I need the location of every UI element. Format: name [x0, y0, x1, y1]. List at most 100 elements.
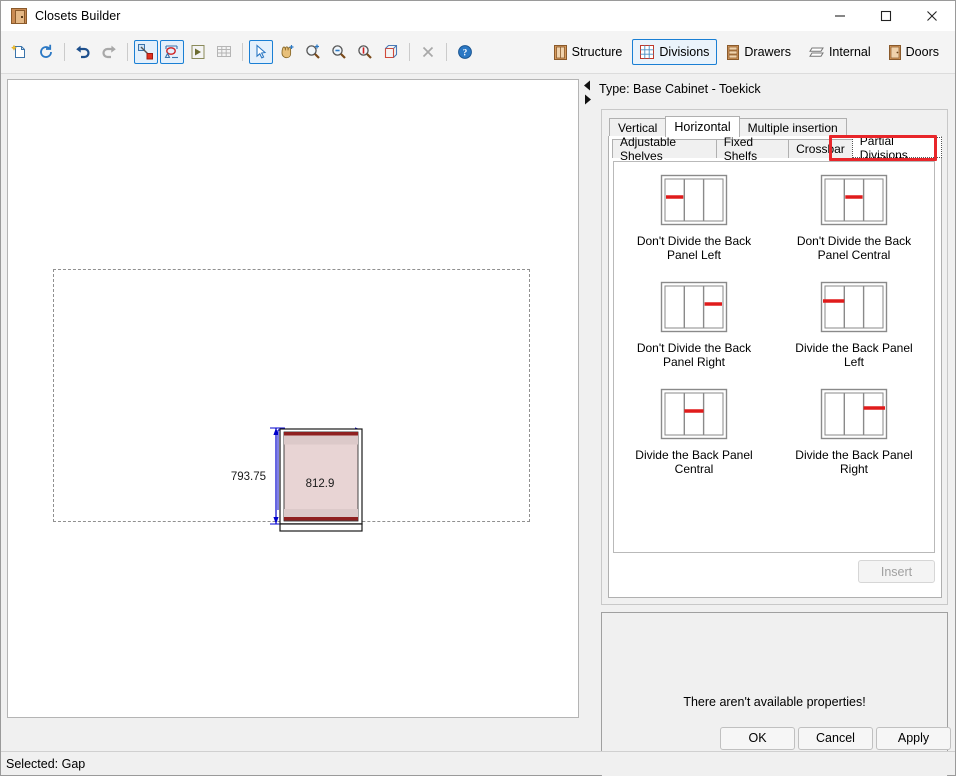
option-divide-back-panel-right[interactable]: Divide the Back Panel Right — [774, 379, 934, 486]
ribbon-tab-divisions[interactable]: Divisions — [632, 39, 717, 65]
app-icon — [11, 8, 27, 24]
option-label: Divide the Back Panel Right — [787, 449, 922, 476]
tab-horizontal[interactable]: Horizontal — [665, 116, 739, 137]
triangle-right-icon[interactable] — [583, 94, 592, 108]
title-bar: Closets Builder — [1, 1, 955, 31]
tab-label: Crossbar — [796, 142, 845, 156]
cancel-button[interactable]: Cancel — [798, 727, 873, 750]
tab-container: Vertical Horizontal Multiple insertion A… — [608, 116, 942, 600]
tab-label: Multiple insertion — [748, 121, 838, 135]
ribbon-tabs: Structure Divisions — [544, 39, 955, 65]
secondary-tab-row: Adjustable Shelves Fixed Shelfs Crossbar… — [609, 136, 941, 158]
pointer-select-icon[interactable] — [249, 40, 273, 64]
right-panel: Type: Base Cabinet - Toekick Vertical Ho… — [593, 75, 951, 718]
ribbon-tab-label: Structure — [572, 45, 623, 59]
door-icon — [889, 45, 901, 60]
ribbon-tab-doors[interactable]: Doors — [881, 39, 947, 65]
tab-partial-divisions[interactable]: Partial Divisions — [852, 137, 942, 158]
cabinet-icon — [554, 45, 567, 60]
select-element-icon[interactable] — [134, 40, 158, 64]
option-label: Don't Divide the Back Panel Left — [627, 235, 762, 262]
application-window: Closets Builder — [0, 0, 956, 776]
option-divide-back-panel-left[interactable]: Divide the Back Panel Left — [774, 272, 934, 379]
tab-fixed-shelfs[interactable]: Fixed Shelfs — [716, 139, 789, 158]
pan-hand-icon[interactable] — [275, 40, 299, 64]
svg-text:?: ? — [463, 48, 468, 58]
division-thumbnail — [819, 280, 889, 334]
drawers-icon — [727, 45, 739, 60]
close-icon[interactable] — [909, 1, 955, 31]
option-divide-back-panel-central[interactable]: Divide the Back Panel Central — [614, 379, 774, 486]
option-dont-divide-back-panel-left[interactable]: Don't Divide the Back Panel Left — [614, 165, 774, 272]
edit-shape-icon[interactable] — [160, 40, 184, 64]
ribbon-tab-label: Doors — [906, 45, 939, 59]
cabinet-drawing: 812.9 793.75 — [8, 80, 579, 718]
triangle-left-icon[interactable] — [583, 80, 592, 94]
apply-button[interactable]: Apply — [876, 727, 951, 750]
help-icon[interactable]: ? — [453, 40, 477, 64]
insert-button[interactable]: Insert — [858, 560, 935, 583]
tab-crossbar[interactable]: Crossbar — [788, 139, 853, 158]
option-label: Divide the Back Panel Left — [787, 342, 922, 369]
toolbar-separator — [127, 43, 128, 61]
zoom-extents-icon[interactable] — [379, 40, 403, 64]
minimize-icon[interactable] — [817, 1, 863, 31]
divisions-group-box: Vertical Horizontal Multiple insertion A… — [601, 109, 948, 605]
option-dont-divide-back-panel-central[interactable]: Don't Divide the Back Panel Central — [774, 165, 934, 272]
undo-icon[interactable] — [71, 40, 95, 64]
division-thumbnail — [659, 387, 729, 441]
zoom-window-icon[interactable] — [353, 40, 377, 64]
tab-label: Vertical — [618, 121, 657, 135]
zoom-in-icon[interactable] — [301, 40, 325, 64]
tab-label: Partial Divisions — [860, 134, 934, 162]
delete-icon[interactable] — [416, 40, 440, 64]
ok-button[interactable]: OK — [720, 727, 795, 750]
play-render-icon[interactable] — [186, 40, 210, 64]
redo-icon[interactable] — [97, 40, 121, 64]
new-document-icon[interactable] — [8, 40, 32, 64]
tab-adjustable-shelves[interactable]: Adjustable Shelves — [612, 139, 717, 158]
window-title: Closets Builder — [35, 9, 121, 23]
division-options-panel: Don't Divide the Back Panel Left — [613, 161, 935, 553]
ribbon-tab-label: Divisions — [659, 45, 709, 59]
grid-table-icon[interactable] — [212, 40, 236, 64]
type-label: Type: Base Cabinet - Toekick — [599, 82, 761, 96]
ribbon-tab-drawers[interactable]: Drawers — [719, 39, 799, 65]
height-dimension-label: 793.75 — [231, 471, 266, 483]
shelf-icon — [809, 46, 824, 59]
division-thumbnail — [819, 387, 889, 441]
toolbar-separator — [242, 43, 243, 61]
width-dimension-label: 812.9 — [306, 478, 335, 490]
primary-tab-content: Adjustable Shelves Fixed Shelfs Crossbar… — [608, 136, 942, 598]
toolbar-separator — [409, 43, 410, 61]
insert-row: Insert — [613, 560, 935, 583]
option-dont-divide-back-panel-right[interactable]: Don't Divide the Back Panel Right — [614, 272, 774, 379]
ribbon-tab-label: Drawers — [744, 45, 791, 59]
toolbar-left-group: ? — [1, 40, 478, 64]
main-toolbar: ? Structure — [1, 31, 955, 74]
maximize-icon[interactable] — [863, 1, 909, 31]
zoom-out-icon[interactable] — [327, 40, 351, 64]
toolbar-separator — [446, 43, 447, 61]
ribbon-tab-structure[interactable]: Structure — [546, 39, 631, 65]
tab-label: Horizontal — [674, 120, 730, 134]
division-thumbnail — [819, 173, 889, 227]
tab-label: Fixed Shelfs — [724, 135, 781, 163]
option-label: Don't Divide the Back Panel Central — [787, 235, 922, 262]
status-bar: Selected: Gap — [1, 751, 955, 775]
option-label: Don't Divide the Back Panel Right — [627, 342, 762, 369]
division-options-grid: Don't Divide the Back Panel Left — [614, 162, 934, 486]
ribbon-tab-internal[interactable]: Internal — [801, 39, 879, 65]
option-label: Divide the Back Panel Central — [627, 449, 762, 476]
ribbon-tab-label: Internal — [829, 45, 871, 59]
window-controls — [817, 1, 955, 31]
status-text: Selected: Gap — [1, 757, 85, 771]
division-thumbnail — [659, 173, 729, 227]
grid-icon — [640, 45, 654, 59]
reload-icon[interactable] — [34, 40, 58, 64]
dialog-buttons: OK Cancel Apply — [593, 725, 951, 751]
toolbar-separator — [64, 43, 65, 61]
division-thumbnail — [659, 280, 729, 334]
design-canvas[interactable]: 812.9 793.75 — [7, 79, 579, 718]
panel-splitter[interactable] — [581, 79, 593, 109]
